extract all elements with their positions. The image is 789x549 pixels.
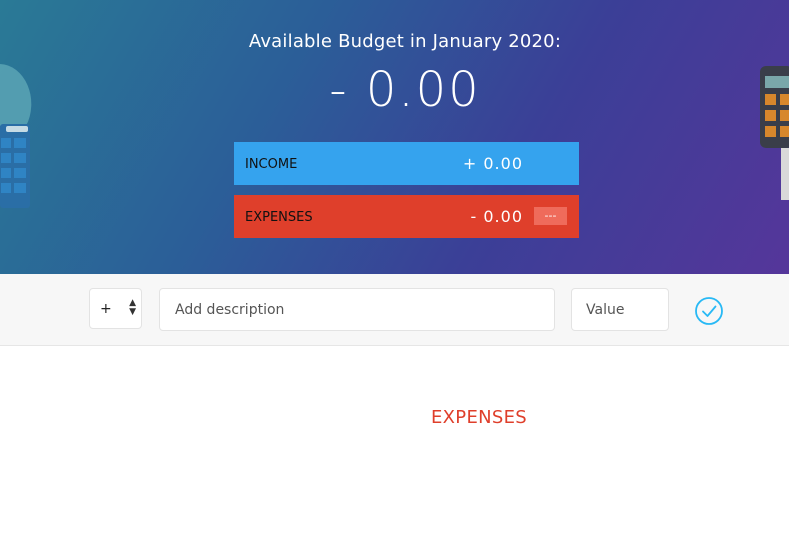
- income-label: INCOME: [245, 157, 298, 172]
- expenses-value: - 0.00: [470, 207, 523, 226]
- expenses-summary: EXPENSES - 0.00 ---: [234, 195, 579, 238]
- expenses-percentage-badge: ---: [534, 207, 567, 225]
- check-circle-icon: [695, 297, 723, 325]
- select-arrows-icon: ▲ ▼: [129, 298, 136, 317]
- budget-title: Available Budget in January 2020:: [248, 31, 562, 52]
- add-button[interactable]: [694, 296, 724, 326]
- type-select-value: +: [100, 301, 112, 317]
- budget-value: - 0.00: [329, 62, 481, 118]
- income-summary: INCOME + 0.00: [234, 142, 579, 185]
- budget-header: Available Budget in January 2020: - 0.00…: [0, 0, 789, 274]
- value-input[interactable]: [571, 288, 669, 331]
- expenses-label: EXPENSES: [245, 210, 313, 225]
- description-input[interactable]: [159, 288, 555, 331]
- add-item-bar: + ▲ ▼: [0, 274, 789, 346]
- type-select[interactable]: + ▲ ▼: [89, 288, 142, 329]
- expenses-list-title: EXPENSES: [431, 407, 528, 428]
- income-value: + 0.00: [462, 154, 523, 173]
